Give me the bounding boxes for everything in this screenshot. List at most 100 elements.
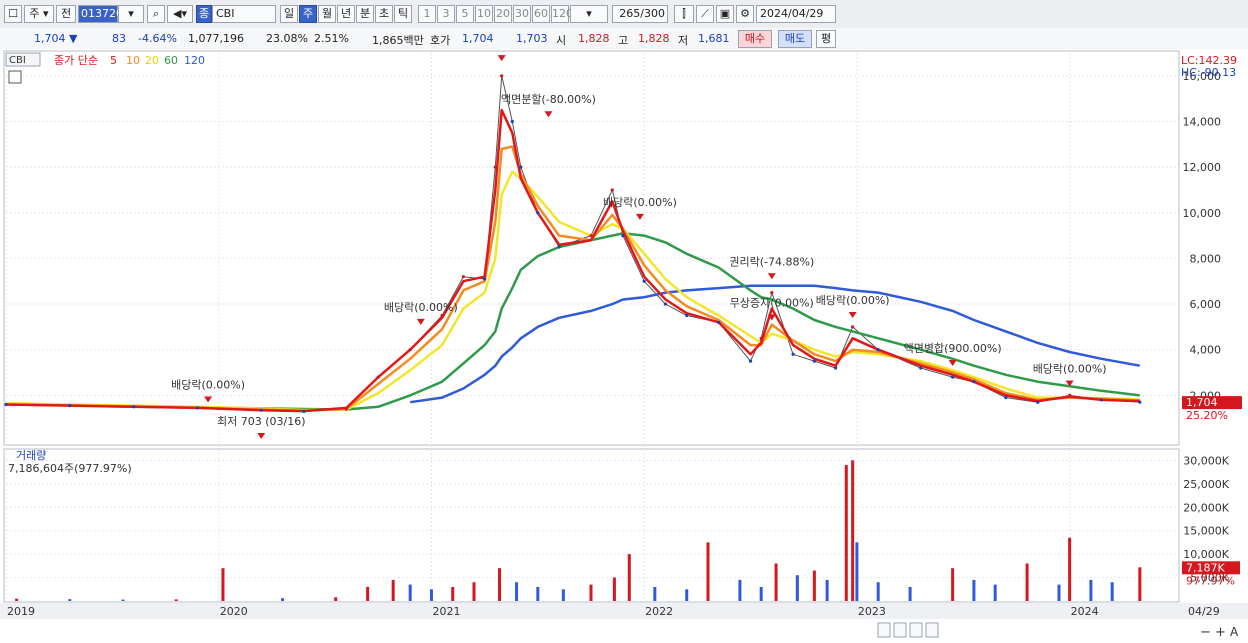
interval-button[interactable]: 5: [456, 5, 474, 23]
gear-icon[interactable]: ⚙: [736, 5, 754, 23]
price-point: [951, 375, 955, 379]
volume-value-label: 7,186,604주(977.97%): [8, 462, 132, 475]
volume-bar: [429, 589, 433, 601]
prev-button[interactable]: 전: [56, 5, 76, 23]
x-tick-label: 2019: [7, 605, 35, 618]
legend-ma60: 60: [164, 54, 178, 67]
volume-bar: [795, 575, 799, 601]
volume-bar: [855, 542, 859, 601]
stock-code-input[interactable]: 013720: [78, 5, 123, 23]
save-icon[interactable]: ▣: [716, 5, 734, 23]
rewind-icon[interactable]: [893, 622, 907, 638]
open-label: 시: [556, 34, 567, 47]
change-pct: -4.64%: [138, 32, 177, 45]
price-point: [748, 359, 753, 363]
line-tool-icon[interactable]: ⟋: [696, 5, 714, 23]
interval-button[interactable]: 60: [532, 5, 550, 23]
current-price: 1,704 ▼: [34, 32, 77, 45]
legend-ma5: 5: [110, 54, 117, 67]
font-size-button[interactable]: A: [1230, 625, 1239, 639]
volume-bar: [561, 589, 565, 601]
window-menu-icon[interactable]: ☐: [4, 5, 22, 23]
event-annotation: 최저 703 (03/16): [217, 415, 306, 428]
period-button[interactable]: 틱: [394, 5, 412, 23]
interval-button[interactable]: 120: [551, 5, 573, 23]
volume-bar: [1068, 537, 1072, 601]
price-point: [834, 366, 838, 370]
period-button[interactable]: 초: [375, 5, 393, 23]
speaker-icon[interactable]: ◀▾: [167, 5, 193, 23]
stock-name-field[interactable]: CBI: [212, 5, 276, 23]
sell-button[interactable]: 매도: [778, 30, 812, 48]
count-field[interactable]: 265/300: [612, 5, 668, 23]
x-tick-label: 2020: [220, 605, 248, 618]
volume-bar: [612, 577, 616, 601]
volume-bar: [121, 599, 125, 601]
fast-forward-icon[interactable]: [925, 622, 939, 638]
date-field[interactable]: 2024/04/29: [756, 5, 836, 23]
price-point: [195, 406, 200, 410]
period-button[interactable]: 분: [356, 5, 374, 23]
turnover-rate: 2.51%: [314, 32, 349, 45]
period-button[interactable]: 주: [299, 5, 317, 23]
tab-selector[interactable]: 주 ▾: [24, 5, 54, 23]
volume-bar: [498, 568, 502, 601]
price-point: [483, 277, 487, 281]
play-icon[interactable]: [877, 622, 891, 638]
interval-button[interactable]: 3: [437, 5, 455, 23]
volume-tick-label: 10,000K: [1183, 548, 1229, 561]
down-arrow-icon: ▼: [69, 32, 78, 45]
price-point: [610, 188, 614, 192]
interval-button[interactable]: 1: [418, 5, 436, 23]
x-tick-label: 2021: [432, 605, 460, 618]
count-total: /300: [640, 7, 665, 20]
interval-dropdown[interactable]: ▾: [570, 5, 608, 23]
stop-icon[interactable]: [909, 622, 923, 638]
search-icon[interactable]: ⌕: [147, 5, 165, 23]
price-point: [1068, 393, 1072, 397]
price-point: [685, 313, 689, 318]
volume-bar: [851, 460, 855, 601]
price-point: [663, 302, 668, 306]
change-value: 83: [112, 32, 126, 45]
y-tick-label: 8,000: [1190, 252, 1222, 265]
legend-prefix: 종가 단순: [54, 54, 98, 67]
interval-button[interactable]: 10: [475, 5, 493, 23]
x-axis-strip: [0, 603, 1248, 619]
eval-button[interactable]: 평: [816, 30, 836, 48]
volume-bar: [391, 579, 395, 601]
period-button[interactable]: 일: [280, 5, 298, 23]
count-value: 265: [619, 7, 641, 20]
price-point: [344, 407, 348, 411]
price-point: [717, 320, 721, 324]
x-tick-label: 2023: [858, 605, 886, 618]
volume-bar: [1110, 582, 1114, 601]
volume-bar: [1138, 567, 1142, 601]
interval-button[interactable]: 30: [513, 5, 531, 23]
last-volume-pct: 977.97%: [1186, 574, 1235, 587]
volume-bar: [951, 568, 955, 601]
candle-icon[interactable]: ⫿: [674, 5, 694, 23]
zoom-out-button[interactable]: −: [1200, 625, 1211, 640]
period-button[interactable]: 년: [337, 5, 355, 23]
y-tick-label: 12,000: [1183, 161, 1222, 174]
zoom-in-button[interactable]: +: [1215, 625, 1226, 640]
volume-tick-label: 20,000K: [1183, 501, 1229, 514]
volume-bar: [1089, 579, 1093, 601]
sector-button[interactable]: 종: [196, 5, 212, 23]
event-annotation: 배당락(0.00%): [384, 301, 458, 314]
calendar-icon[interactable]: [8, 70, 22, 84]
price-point: [621, 233, 625, 238]
interval-button[interactable]: 20: [494, 5, 512, 23]
last-volume-label: 7,187K: [1186, 561, 1225, 574]
top-toolbar: ☐ 주 ▾ 전 013720 ▾ ⌕ ◀▾ 종 CBI 일주월년분초틱 1351…: [0, 0, 1248, 29]
price-point: [812, 359, 816, 363]
buy-button[interactable]: 매수: [738, 30, 772, 48]
price-chart[interactable]: 최고 17,257 (05/24) 액면분할(-80.00%) 배당락(0.00%)…: [0, 49, 1248, 643]
code-dropdown[interactable]: ▾: [118, 5, 144, 23]
price-point: [376, 375, 380, 379]
price-point: [759, 336, 763, 340]
period-button[interactable]: 월: [318, 5, 336, 23]
event-annotation: 무상증자(0.00%): [730, 296, 814, 309]
volume-bar: [451, 586, 455, 601]
